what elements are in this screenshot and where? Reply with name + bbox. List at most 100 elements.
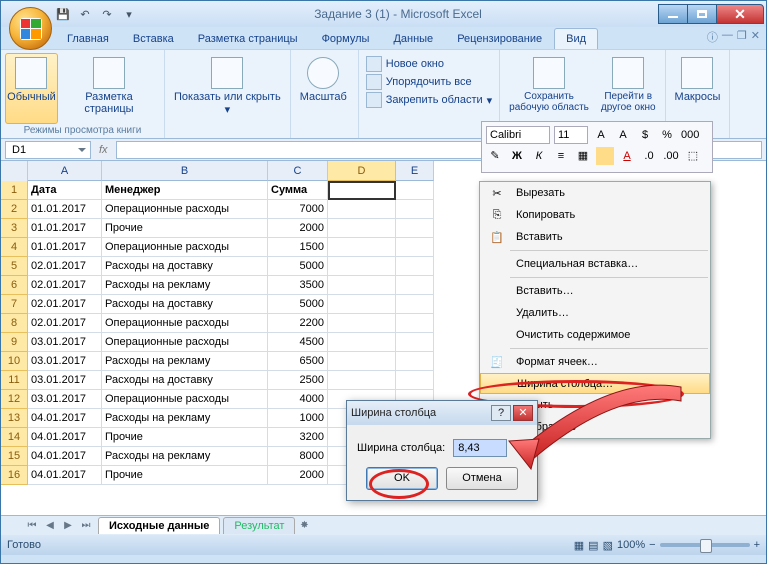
bold-icon[interactable]: Ж — [508, 147, 526, 165]
cell[interactable]: 2200 — [268, 314, 328, 333]
cell[interactable]: 01.01.2017 — [28, 238, 102, 257]
dialog-title-bar[interactable]: Ширина столбца ? ✕ — [347, 401, 537, 425]
close-workbook-icon[interactable]: ✕ — [751, 29, 760, 45]
cell[interactable]: 02.01.2017 — [28, 276, 102, 295]
undo-icon[interactable]: ↶ — [77, 6, 93, 22]
cell[interactable] — [328, 352, 396, 371]
row-header[interactable]: 13 — [1, 409, 28, 428]
new-window-button[interactable]: Новое окно — [363, 55, 495, 73]
cell[interactable]: 03.01.2017 — [28, 352, 102, 371]
cell[interactable]: 02.01.2017 — [28, 257, 102, 276]
percent-icon[interactable]: % — [658, 126, 676, 144]
ctx-delete[interactable]: Удалить… — [480, 302, 710, 324]
row-header[interactable]: 7 — [1, 295, 28, 314]
cell[interactable]: Дата — [28, 181, 102, 200]
cell[interactable] — [396, 257, 434, 276]
view-normal-icon[interactable]: ▦ — [574, 539, 584, 552]
view-break-icon[interactable]: ▧ — [603, 539, 613, 552]
mini-font-size[interactable] — [554, 126, 588, 144]
cell[interactable]: Расходы на рекламу — [102, 409, 268, 428]
cell[interactable] — [328, 181, 396, 200]
cell[interactable]: Операционные расходы — [102, 200, 268, 219]
col-header-e[interactable]: E — [396, 161, 434, 181]
cell[interactable]: 02.01.2017 — [28, 314, 102, 333]
ctx-paste[interactable]: 📋Вставить — [480, 226, 710, 248]
sheet-nav-first[interactable]: ⏮ — [23, 517, 41, 535]
cell[interactable] — [328, 200, 396, 219]
tab-pagelayout[interactable]: Разметка страницы — [186, 28, 310, 49]
cell[interactable]: 3200 — [268, 428, 328, 447]
row-header[interactable]: 6 — [1, 276, 28, 295]
cell[interactable]: Операционные расходы — [102, 333, 268, 352]
row-header[interactable]: 4 — [1, 238, 28, 257]
cell[interactable]: 2500 — [268, 371, 328, 390]
cell[interactable]: Расходы на рекламу — [102, 352, 268, 371]
view-pagelayout-button[interactable]: Разметка страницы — [60, 53, 158, 124]
cell[interactable]: Сумма — [268, 181, 328, 200]
office-button[interactable] — [9, 7, 52, 50]
select-all-corner[interactable] — [1, 161, 28, 181]
row-header[interactable]: 5 — [1, 257, 28, 276]
minimize-button[interactable] — [658, 4, 688, 24]
dialog-close-button[interactable]: ✕ — [513, 405, 533, 421]
cell[interactable] — [328, 238, 396, 257]
cell[interactable]: 6500 — [268, 352, 328, 371]
cell[interactable]: Прочие — [102, 428, 268, 447]
cell[interactable]: 04.01.2017 — [28, 466, 102, 485]
cell[interactable]: 2000 — [268, 219, 328, 238]
sheet-tab-source[interactable]: Исходные данные — [98, 517, 220, 534]
shrink-font-icon[interactable]: A — [614, 126, 632, 144]
ctx-format-cells[interactable]: 🧾Формат ячеек… — [480, 351, 710, 373]
cell[interactable]: 04.01.2017 — [28, 428, 102, 447]
cell[interactable] — [328, 371, 396, 390]
cell[interactable] — [328, 333, 396, 352]
accounting-icon[interactable]: $ — [636, 126, 654, 144]
cell[interactable]: Расходы на доставку — [102, 295, 268, 314]
ctx-insert[interactable]: Вставить… — [480, 280, 710, 302]
tab-home[interactable]: Главная — [55, 28, 121, 49]
cell[interactable]: Расходы на рекламу — [102, 447, 268, 466]
cell[interactable]: Прочие — [102, 466, 268, 485]
fill-color-icon[interactable] — [596, 147, 614, 165]
tab-review[interactable]: Рецензирование — [445, 28, 554, 49]
inc-decimal-icon[interactable]: .00 — [662, 147, 680, 165]
zoom-slider[interactable] — [660, 543, 750, 547]
cell[interactable] — [396, 314, 434, 333]
column-width-input[interactable] — [453, 439, 507, 457]
dialog-help-button[interactable]: ? — [491, 405, 511, 421]
maximize-button[interactable] — [687, 4, 717, 24]
cell[interactable]: 04.01.2017 — [28, 447, 102, 466]
cell[interactable]: 5000 — [268, 295, 328, 314]
comma-icon[interactable]: 000 — [680, 126, 698, 144]
cell[interactable]: 4500 — [268, 333, 328, 352]
cell[interactable]: Расходы на доставку — [102, 257, 268, 276]
cell[interactable]: 2000 — [268, 466, 328, 485]
row-header[interactable]: 10 — [1, 352, 28, 371]
cell[interactable] — [328, 314, 396, 333]
cell[interactable]: 8000 — [268, 447, 328, 466]
freeze-panes-button[interactable]: Закрепить области ▾ — [363, 91, 495, 109]
cell[interactable]: 03.01.2017 — [28, 390, 102, 409]
cell[interactable]: 02.01.2017 — [28, 295, 102, 314]
new-sheet-icon[interactable]: ✸ — [295, 517, 313, 535]
cell[interactable]: 5000 — [268, 257, 328, 276]
dialog-ok-button[interactable]: OK — [366, 467, 438, 490]
cell[interactable] — [328, 257, 396, 276]
ctx-cut[interactable]: ✂Вырезать — [480, 182, 710, 204]
zoom-button[interactable]: Масштаб — [295, 53, 352, 137]
row-header[interactable]: 2 — [1, 200, 28, 219]
cell[interactable]: 1000 — [268, 409, 328, 428]
tab-view[interactable]: Вид — [554, 28, 598, 49]
view-normal-button[interactable]: Обычный — [5, 53, 58, 124]
cell[interactable] — [396, 371, 434, 390]
cell[interactable]: 04.01.2017 — [28, 409, 102, 428]
cell[interactable] — [396, 276, 434, 295]
save-icon[interactable]: 💾 — [55, 6, 71, 22]
sheet-nav-prev[interactable]: ◀ — [41, 517, 59, 535]
cell[interactable]: Расходы на рекламу — [102, 276, 268, 295]
cell[interactable]: Расходы на доставку — [102, 371, 268, 390]
cell[interactable]: 7000 — [268, 200, 328, 219]
cell[interactable]: 01.01.2017 — [28, 200, 102, 219]
min-ribbon-icon[interactable]: — — [722, 29, 733, 45]
cell[interactable] — [328, 295, 396, 314]
